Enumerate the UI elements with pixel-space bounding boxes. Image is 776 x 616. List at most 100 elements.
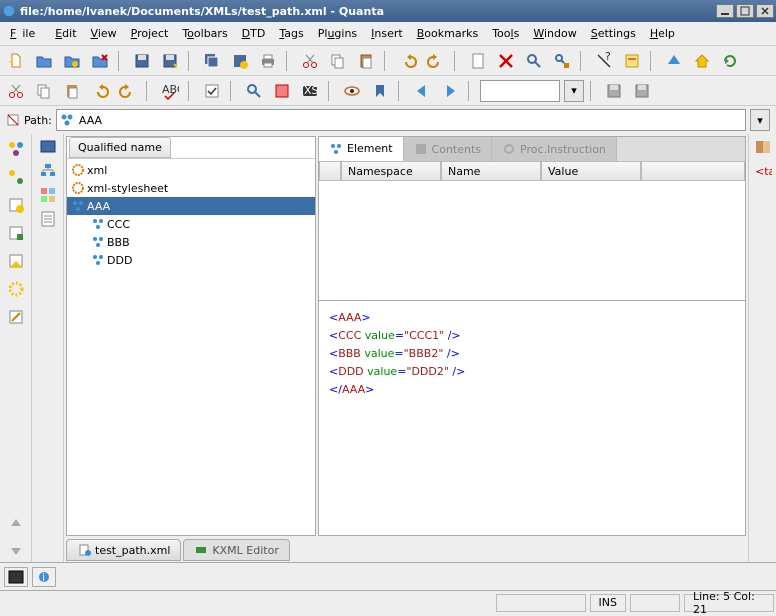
find-button[interactable] <box>522 49 546 73</box>
doc-button[interactable] <box>466 49 490 73</box>
menu-toolbars[interactable]: Toolbars <box>176 25 233 42</box>
view-grid[interactable] <box>39 186 57 204</box>
bookmark-button[interactable] <box>368 79 392 103</box>
tree-node-xml[interactable]: xml <box>67 161 315 179</box>
menu-file[interactable]: File <box>4 25 47 42</box>
view-notes[interactable] <box>39 210 57 228</box>
path-input[interactable] <box>56 109 746 131</box>
sidebar-collapse-up[interactable] <box>5 512 27 534</box>
sidebar-item-2[interactable] <box>5 166 27 188</box>
sidebar-item-1[interactable] <box>5 138 27 160</box>
path-dropdown[interactable]: ▾ <box>750 109 770 131</box>
close-button[interactable] <box>756 4 774 18</box>
terminal-button[interactable] <box>4 567 28 587</box>
zoom-combo[interactable] <box>480 80 560 102</box>
xsl-button[interactable]: XSL <box>298 79 322 103</box>
tab-kxmleditor[interactable]: KXML Editor <box>183 539 289 561</box>
cut2-button[interactable] <box>4 79 28 103</box>
maximize-button[interactable] <box>736 4 754 18</box>
menu-help[interactable]: Help <box>644 25 681 42</box>
col-name[interactable]: Name <box>441 161 541 181</box>
right-pane: Element Contents Proc.Instruction Namesp… <box>318 136 746 536</box>
undo-button[interactable] <box>396 49 420 73</box>
save-all-button[interactable] <box>200 49 224 73</box>
menu-tags[interactable]: Tags <box>273 25 309 42</box>
tree-node-aaa[interactable]: AAA <box>67 197 315 215</box>
annotate-button[interactable] <box>620 49 644 73</box>
save4-button[interactable] <box>630 79 654 103</box>
next-button[interactable] <box>438 79 462 103</box>
copy-button[interactable] <box>326 49 350 73</box>
left-sidebar-1 <box>0 134 32 562</box>
right-item-2[interactable]: <tag> <box>754 162 772 180</box>
tree-node-xmlstylesheet[interactable]: xml-stylesheet <box>67 179 315 197</box>
toolbar-2: ABC XSL ▾ <box>0 76 776 106</box>
cancel-button[interactable] <box>494 49 518 73</box>
deselect-button[interactable] <box>270 79 294 103</box>
find-replace-button[interactable] <box>550 49 574 73</box>
save-project-button[interactable] <box>228 49 252 73</box>
save-as-button[interactable] <box>158 49 182 73</box>
prev-button[interactable] <box>410 79 434 103</box>
spellcheck-button[interactable]: ABC <box>158 79 182 103</box>
open-project-button[interactable] <box>60 49 84 73</box>
tab-procinstruction[interactable]: Proc.Instruction <box>492 137 617 161</box>
paste-button[interactable] <box>354 49 378 73</box>
menu-bookmarks[interactable]: Bookmarks <box>411 25 484 42</box>
open-button[interactable] <box>32 49 56 73</box>
view-terminal[interactable] <box>39 138 57 156</box>
context-help-button[interactable]: ? <box>592 49 616 73</box>
redo-button[interactable] <box>424 49 448 73</box>
tab-element[interactable]: Element <box>319 137 404 161</box>
menu-edit[interactable]: Edit <box>49 25 82 42</box>
undo2-button[interactable] <box>88 79 112 103</box>
status-ins[interactable]: INS <box>590 594 626 612</box>
menu-bar: File Edit View Project Toolbars DTD Tags… <box>0 22 776 46</box>
view-structure[interactable] <box>39 162 57 180</box>
menu-plugins[interactable]: Plugins <box>312 25 363 42</box>
new-button[interactable] <box>4 49 28 73</box>
tree-header[interactable]: Qualified name <box>69 137 171 158</box>
copy2-button[interactable] <box>32 79 56 103</box>
col-namespace[interactable]: Namespace <box>341 161 441 181</box>
sidebar-item-4[interactable] <box>5 222 27 244</box>
reload-button[interactable] <box>718 49 742 73</box>
up-button[interactable] <box>662 49 686 73</box>
contents-icon <box>414 142 428 156</box>
sidebar-item-7[interactable] <box>5 306 27 328</box>
tree-node-bbb[interactable]: BBB <box>67 233 315 251</box>
path-bar: Path: ▾ <box>0 106 776 134</box>
sidebar-item-6[interactable] <box>5 278 27 300</box>
tab-testpath[interactable]: test_path.xml <box>66 539 181 561</box>
save3-button[interactable] <box>602 79 626 103</box>
minimize-button[interactable] <box>716 4 734 18</box>
sidebar-item-3[interactable] <box>5 194 27 216</box>
col-value[interactable]: Value <box>541 161 641 181</box>
tab-contents[interactable]: Contents <box>404 137 492 161</box>
menu-view[interactable]: View <box>85 25 123 42</box>
view-button[interactable] <box>340 79 364 103</box>
title-bar: file:/home/lvanek/Documents/XMLs/test_pa… <box>0 0 776 22</box>
find2-button[interactable] <box>242 79 266 103</box>
close-file-button[interactable] <box>88 49 112 73</box>
menu-window[interactable]: Window <box>527 25 582 42</box>
tree-node-ddd[interactable]: DDD <box>67 251 315 269</box>
menu-settings[interactable]: Settings <box>585 25 642 42</box>
right-item-1[interactable] <box>754 138 772 156</box>
redo2-button[interactable] <box>116 79 140 103</box>
checkbox-button[interactable] <box>200 79 224 103</box>
home-button[interactable] <box>690 49 714 73</box>
paste2-button[interactable] <box>60 79 84 103</box>
print-button[interactable] <box>256 49 280 73</box>
save-button[interactable] <box>130 49 154 73</box>
menu-insert[interactable]: Insert <box>365 25 409 42</box>
menu-tools[interactable]: Tools <box>486 25 525 42</box>
sidebar-collapse-down[interactable] <box>5 540 27 562</box>
menu-dtd[interactable]: DTD <box>236 25 272 42</box>
info-button[interactable]: i <box>32 567 56 587</box>
cut-button[interactable] <box>298 49 322 73</box>
tree-node-ccc[interactable]: CCC <box>67 215 315 233</box>
menu-project[interactable]: Project <box>125 25 175 42</box>
zoom-drop[interactable]: ▾ <box>564 80 584 102</box>
sidebar-item-5[interactable] <box>5 250 27 272</box>
